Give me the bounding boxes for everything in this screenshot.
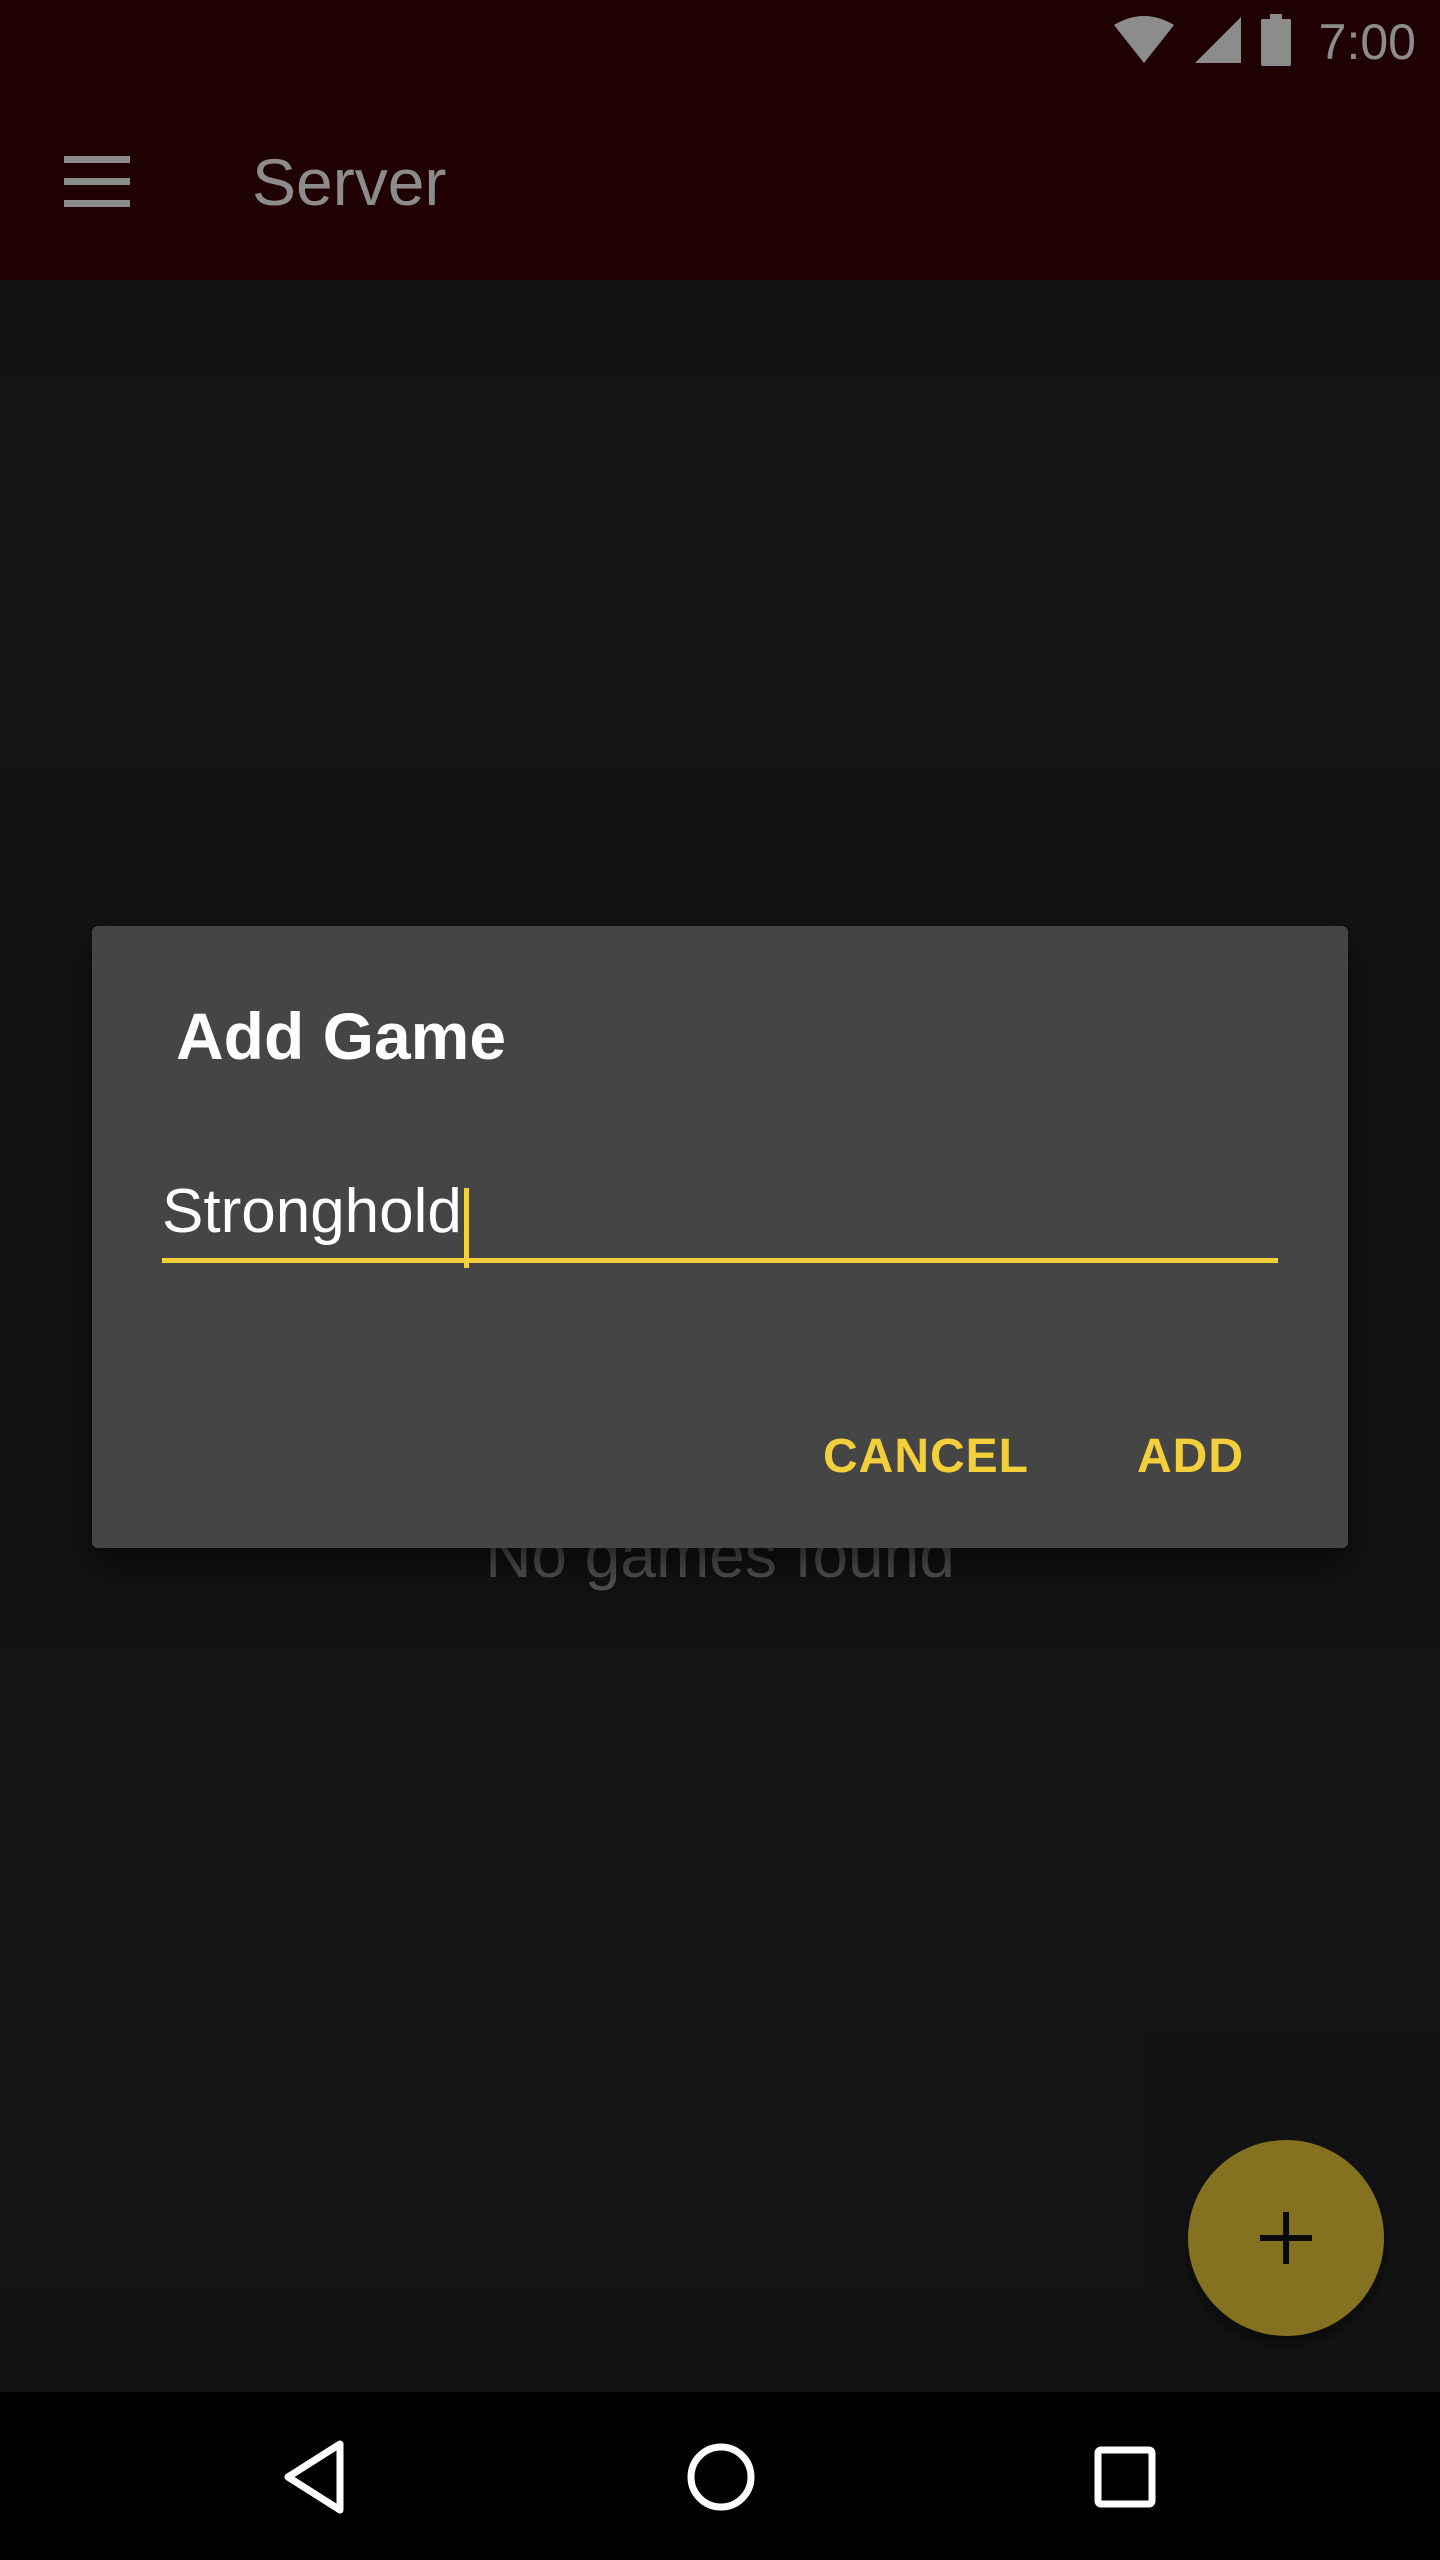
game-name-value: Stronghold [162, 1177, 462, 1246]
screen: 7:00 Server No games found Add Game Stro… [0, 0, 1440, 2560]
cancel-button[interactable]: CANCEL [823, 1429, 1029, 1484]
dialog-actions: CANCEL ADD [823, 1429, 1244, 1484]
home-icon[interactable] [676, 2432, 766, 2522]
navigation-bar [0, 2392, 1440, 2560]
text-cursor [463, 1187, 469, 1268]
dialog-title: Add Game [176, 999, 507, 1073]
back-icon[interactable] [270, 2432, 360, 2522]
recents-icon[interactable] [1080, 2432, 1170, 2522]
add-button[interactable]: ADD [1137, 1429, 1244, 1484]
game-name-input[interactable]: Stronghold [162, 1166, 1278, 1268]
add-game-dialog: Add Game Stronghold CANCEL ADD [92, 926, 1348, 1548]
